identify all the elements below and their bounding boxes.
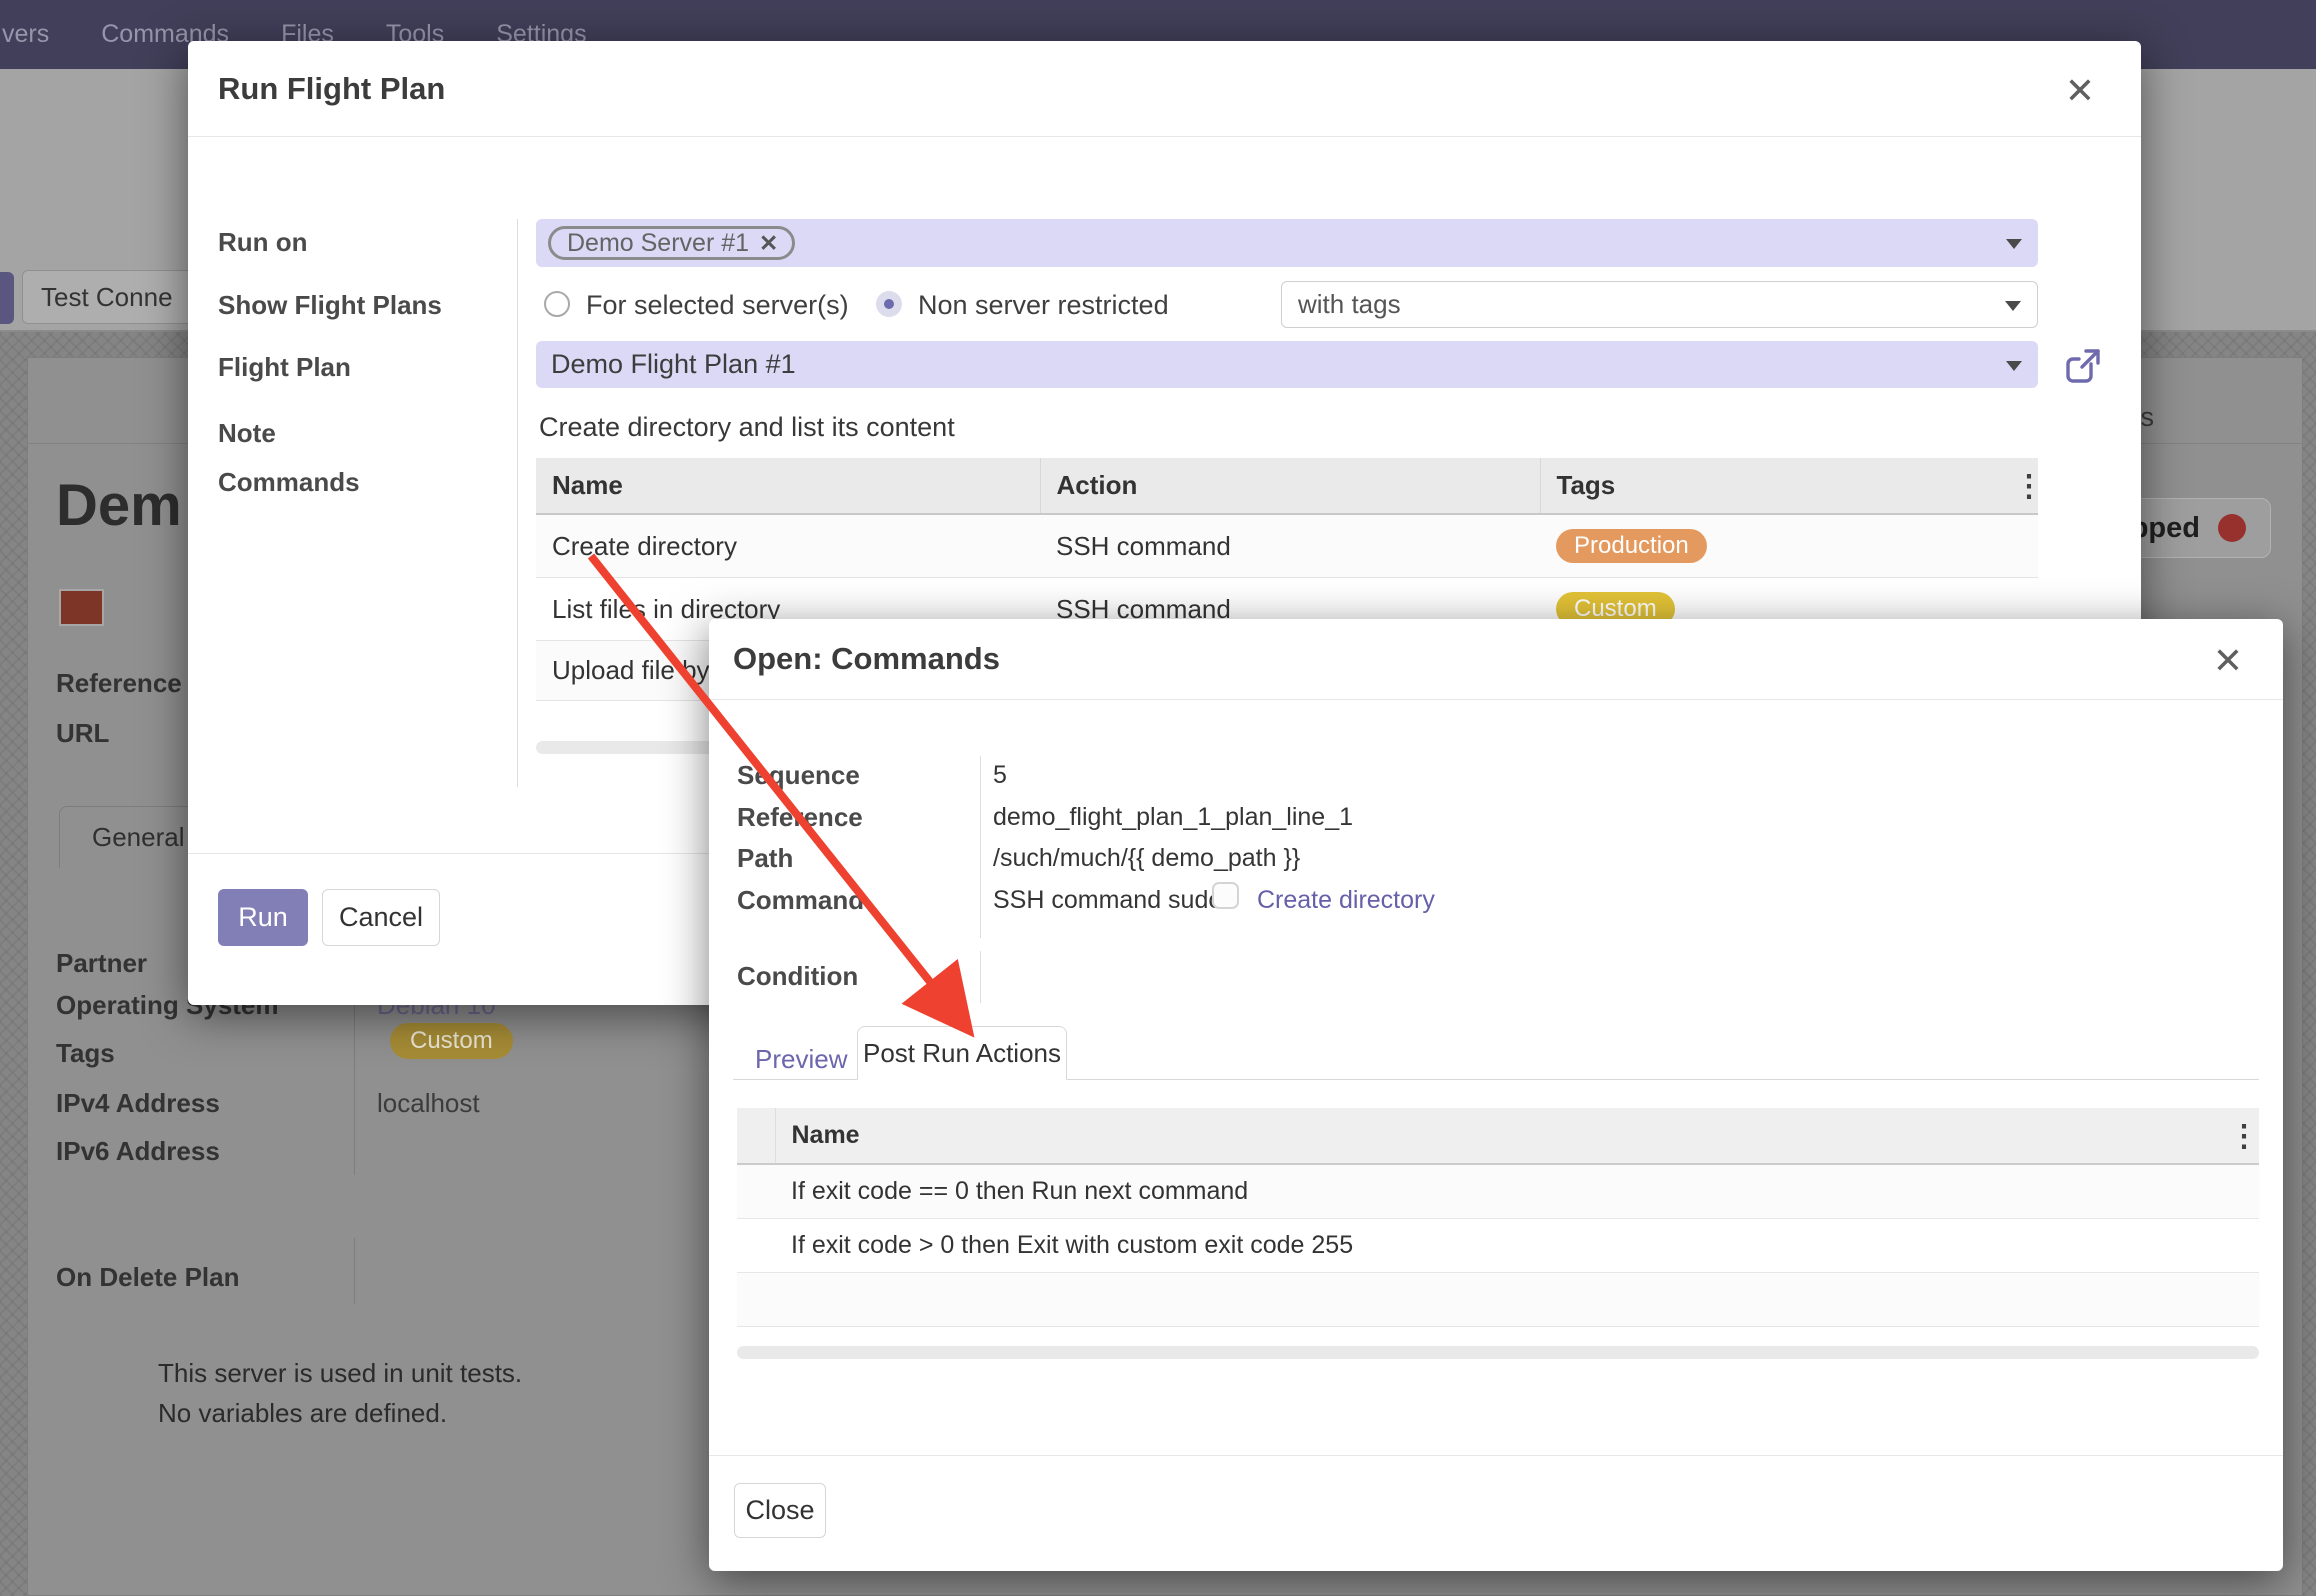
cell-name[interactable]: If exit code == 0 then Run next command xyxy=(775,1164,2259,1219)
sequence-value: 5 xyxy=(993,761,1007,790)
ipv4-value: localhost xyxy=(377,1088,480,1119)
label-column-separator xyxy=(980,756,981,938)
col-header-action[interactable]: Action xyxy=(1040,458,1540,514)
server-color-swatch[interactable] xyxy=(59,589,104,626)
commands-label: Commands xyxy=(218,467,360,498)
table-row[interactable]: If exit code > 0 then Exit with custom e… xyxy=(737,1219,2259,1273)
table-options-icon[interactable]: ⋮ xyxy=(2014,469,2042,504)
path-label: Path xyxy=(737,843,793,874)
flight-plan-value: Demo Flight Plan #1 xyxy=(551,349,796,380)
unit-test-note-line2: No variables are defined. xyxy=(158,1398,447,1429)
reference-label: Reference xyxy=(737,802,863,833)
url-label: URL xyxy=(56,718,109,749)
sudo-checkbox[interactable] xyxy=(1212,882,1239,909)
menu-item-servers[interactable]: vers xyxy=(2,20,49,49)
table-row[interactable]: Create directory SSH command Production xyxy=(536,514,2038,578)
path-value: /such/much/{{ demo_path }} xyxy=(993,844,1300,873)
table-horizontal-scrollbar[interactable] xyxy=(737,1346,2259,1359)
ipv4-label: IPv4 Address xyxy=(56,1088,220,1119)
command-label: Command xyxy=(737,885,864,916)
server-name-heading: Dem xyxy=(56,472,182,539)
tags-value-badge: Custom xyxy=(390,1023,513,1059)
col-header-tags[interactable]: Tags xyxy=(1540,458,2038,514)
radio-non-server-restricted-label[interactable]: Non server restricted xyxy=(918,290,1169,321)
table-options-icon[interactable]: ⋮ xyxy=(2229,1119,2257,1154)
radio-non-server-restricted[interactable] xyxy=(876,291,902,317)
header-divider xyxy=(709,699,2283,700)
open-commands-modal: Open: Commands ✕ Sequence 5 Reference de… xyxy=(709,619,2283,1571)
dropdown-caret-icon[interactable] xyxy=(2006,239,2022,249)
run-modal-close-icon[interactable]: ✕ xyxy=(2065,73,2095,109)
tags-label: Tags xyxy=(56,1038,115,1069)
post-run-actions-table: Name If exit code == 0 then Run next com… xyxy=(737,1108,2259,1327)
cancel-button[interactable]: Cancel xyxy=(322,889,440,946)
run-on-label: Run on xyxy=(218,227,308,258)
radio-for-selected-servers-label[interactable]: For selected server(s) xyxy=(586,290,849,321)
cell-name[interactable]: Create directory xyxy=(536,514,1040,578)
label-column-separator xyxy=(517,219,518,787)
condition-label: Condition xyxy=(737,961,858,992)
show-flight-plans-label: Show Flight Plans xyxy=(218,290,442,321)
reference-value: demo_flight_plan_1_plan_line_1 xyxy=(993,803,1353,832)
dropdown-caret-icon[interactable] xyxy=(2005,301,2021,311)
close-button[interactable]: Close xyxy=(734,1483,826,1538)
note-label: Note xyxy=(218,418,276,449)
col-header-name[interactable]: Name xyxy=(536,458,1040,514)
radio-for-selected-servers[interactable] xyxy=(544,291,570,317)
tabs-underline xyxy=(1067,1079,2259,1080)
table-row[interactable]: If exit code == 0 then Run next command xyxy=(737,1164,2259,1219)
command-value: SSH command sudo xyxy=(993,886,1222,915)
primary-button-fragment[interactable] xyxy=(0,272,14,324)
commands-modal-title: Open: Commands xyxy=(733,641,1000,677)
note-value: Create directory and list its content xyxy=(539,412,955,443)
external-link-icon[interactable] xyxy=(2064,347,2102,385)
header-divider xyxy=(188,136,2141,137)
col-header-handle xyxy=(737,1108,775,1164)
server-tag-label: Demo Server #1 xyxy=(567,229,749,258)
with-tags-select[interactable]: with tags xyxy=(1281,281,2038,328)
cell-action[interactable]: SSH command xyxy=(1040,514,1540,578)
ipv6-label: IPv6 Address xyxy=(56,1136,220,1167)
run-on-field[interactable]: Demo Server #1 ✕ xyxy=(536,219,2038,267)
tag-badge: Production xyxy=(1556,529,1707,563)
col-header-name[interactable]: Name xyxy=(775,1108,2259,1164)
tab-preview[interactable]: Preview xyxy=(755,1044,847,1075)
run-modal-title: Run Flight Plan xyxy=(218,71,445,107)
commands-modal-close-icon[interactable]: ✕ xyxy=(2213,643,2243,679)
with-tags-value: with tags xyxy=(1298,289,1401,320)
dropdown-caret-icon[interactable] xyxy=(2006,361,2022,371)
status-label: pped xyxy=(2131,512,2200,545)
flight-plan-label: Flight Plan xyxy=(218,352,351,383)
footer-divider xyxy=(709,1455,2283,1456)
run-button[interactable]: Run xyxy=(218,889,308,946)
reference-label: Reference xyxy=(56,668,182,699)
remove-tag-icon[interactable]: ✕ xyxy=(759,230,778,257)
field-separator xyxy=(354,1238,355,1304)
table-row xyxy=(737,1273,2259,1327)
flight-plan-field[interactable]: Demo Flight Plan #1 xyxy=(536,341,2038,388)
command-link[interactable]: Create directory xyxy=(1257,886,1435,915)
tabs-underline xyxy=(733,1079,857,1080)
server-tag: Demo Server #1 ✕ xyxy=(548,226,795,260)
status-stopped-dot xyxy=(2218,514,2246,542)
partner-label: Partner xyxy=(56,948,147,979)
on-delete-plan-label: On Delete Plan xyxy=(56,1262,240,1293)
cell-name[interactable]: If exit code > 0 then Exit with custom e… xyxy=(775,1219,2259,1273)
sequence-label: Sequence xyxy=(737,760,860,791)
unit-test-note-line1: This server is used in unit tests. xyxy=(158,1358,522,1389)
label-column-separator xyxy=(980,951,981,1003)
screen: vers Commands Files Tools Settings Test … xyxy=(0,0,2316,1596)
tab-post-run-actions[interactable]: Post Run Actions xyxy=(857,1026,1067,1080)
